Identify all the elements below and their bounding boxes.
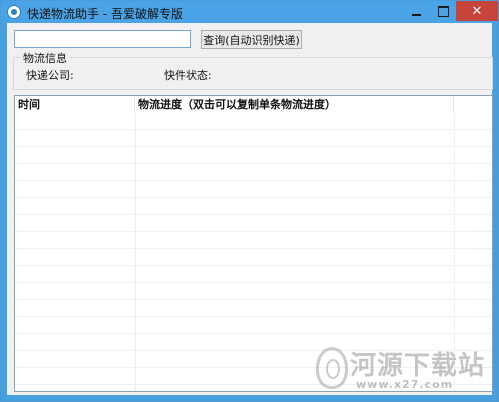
minimize-button[interactable] <box>403 1 430 21</box>
column-divider <box>135 113 136 391</box>
logistics-info-title: 物流信息 <box>21 50 69 66</box>
minimize-icon <box>412 14 421 16</box>
maximize-button[interactable] <box>430 1 457 21</box>
window-title: 快递物流助手 - 吾爱破解专版 <box>27 7 183 21</box>
courier-company-label: 快递公司: <box>26 69 74 82</box>
column-header-progress[interactable]: 物流进度（双击可以复制单条物流进度） <box>135 96 454 113</box>
query-button[interactable]: 查询(自动识别快递) <box>201 30 302 49</box>
logistics-info-group <box>13 57 493 90</box>
app-window: 快递物流助手 - 吾爱破解专版 ✕ 查询(自动识别快递) 物流信息 快递公司: … <box>0 0 499 402</box>
column-divider <box>454 113 455 391</box>
tracking-number-input[interactable] <box>14 30 191 48</box>
tracking-list[interactable]: 时间 物流进度（双击可以复制单条物流进度） <box>14 95 493 392</box>
app-logo-icon <box>7 5 21 19</box>
list-header: 时间 物流进度（双击可以复制单条物流进度） <box>15 96 492 114</box>
title-bar[interactable]: 快递物流助手 - 吾爱破解专版 ✕ <box>1 1 498 23</box>
close-button[interactable]: ✕ <box>456 1 498 21</box>
close-icon: ✕ <box>471 3 483 19</box>
client-area: 查询(自动识别快递) 物流信息 快递公司: 快件状态: 时间 物流进度（双击可以… <box>7 23 493 395</box>
column-header-extra[interactable] <box>454 96 492 113</box>
column-header-time[interactable]: 时间 <box>15 96 135 113</box>
list-body[interactable] <box>15 113 492 391</box>
maximize-icon <box>438 5 449 17</box>
shipment-status-label: 快件状态: <box>164 69 212 82</box>
